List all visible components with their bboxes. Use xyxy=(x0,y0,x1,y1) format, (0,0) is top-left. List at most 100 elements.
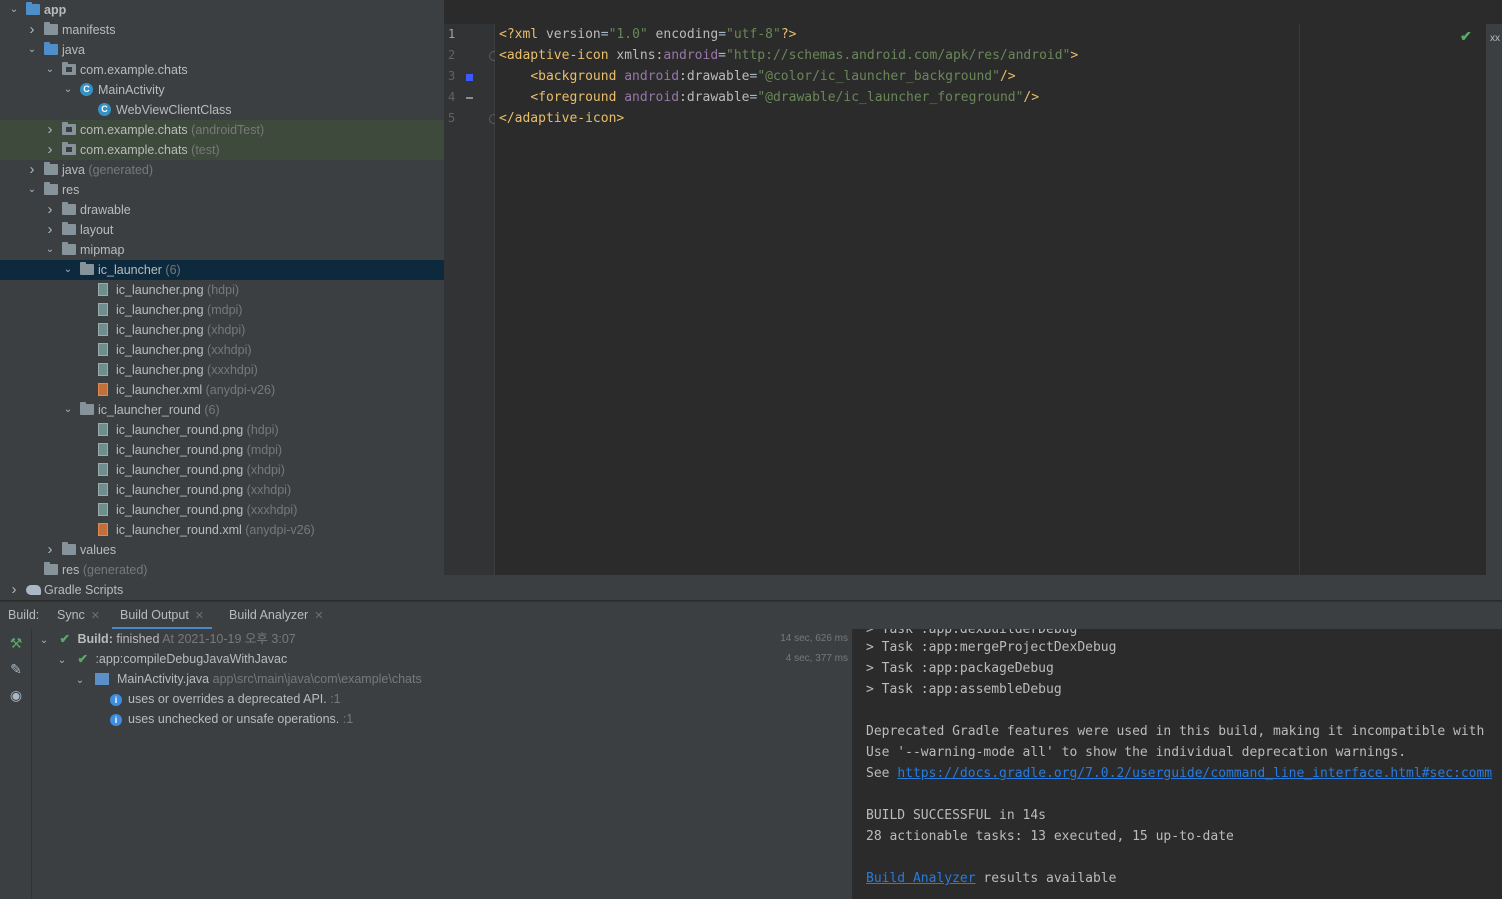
chevron-down-icon[interactable]: ⌄ xyxy=(44,240,56,260)
pin-icon[interactable]: ✎ xyxy=(8,661,24,677)
editor-breadcrumb-bar xyxy=(444,575,1502,600)
chevron-down-icon[interactable]: ⌄ xyxy=(26,40,38,60)
tree-item[interactable]: res (generated) xyxy=(0,560,444,580)
tab-build-analyzer[interactable]: Build Analyzer ✕ xyxy=(229,602,323,629)
tree-item-label: res (generated) xyxy=(62,563,148,577)
file-row[interactable]: ⌄ MainActivity.java app\src\main\java\co… xyxy=(74,669,422,689)
tree-item[interactable]: › Gradle Scripts xyxy=(0,580,444,600)
tree-item-label: ic_launcher.png (xhdpi) xyxy=(116,323,246,337)
build-root-row[interactable]: ⌄ ✔ Build: finished At 2021-10-19 오후 3:0… xyxy=(38,629,296,649)
tree-item[interactable]: ic_launcher.png (xxxhdpi) xyxy=(0,360,444,380)
tree-item[interactable]: ic_launcher.xml (anydpi-v26) xyxy=(0,380,444,400)
tree-item-label: ic_launcher (6) xyxy=(98,263,181,277)
tree-item-label: ic_launcher_round.xml (anydpi-v26) xyxy=(116,523,315,537)
tree-item-label: manifests xyxy=(62,23,116,37)
hammer-icon[interactable]: ⚒ xyxy=(8,635,24,651)
tree-item[interactable]: ic_launcher_round.png (xxxhdpi) xyxy=(0,500,444,520)
tree-item-label: layout xyxy=(80,223,114,237)
build-analyzer-link[interactable]: Build Analyzer xyxy=(866,871,976,886)
right-strip-label[interactable]: xx xyxy=(1490,33,1500,44)
chevron-down-icon[interactable]: ⌄ xyxy=(74,671,86,691)
tree-item[interactable]: › values xyxy=(0,540,444,560)
chevron-right-icon[interactable]: › xyxy=(26,20,38,40)
tree-item[interactable]: › drawable xyxy=(0,200,444,220)
code-line[interactable]: <background android:drawable="@color/ic_… xyxy=(499,66,1015,87)
code-line[interactable]: <foreground android:drawable="@drawable/… xyxy=(499,87,1039,108)
chevron-down-icon[interactable]: ⌄ xyxy=(62,80,74,100)
code-editor[interactable]: <?xml version="1.0" encoding="utf-8"?> <a… xyxy=(495,24,1502,575)
tree-item[interactable]: ⌄ java xyxy=(0,40,444,60)
line-number: 5 xyxy=(448,111,456,125)
close-icon[interactable]: ✕ xyxy=(314,610,323,622)
tree-item[interactable]: ⌄ C MainActivity xyxy=(0,80,444,100)
tree-item[interactable]: ⌄ mipmap xyxy=(0,240,444,260)
tree-item-label: ic_launcher.xml (anydpi-v26) xyxy=(116,383,276,397)
chevron-right-icon[interactable]: › xyxy=(44,120,56,140)
tree-item[interactable]: ic_launcher_round.png (xhdpi) xyxy=(0,460,444,480)
tree-item-label: com.example.chats (test) xyxy=(80,143,220,157)
tree-item-label: com.example.chats (androidTest) xyxy=(80,123,265,137)
chevron-down-icon[interactable]: ⌄ xyxy=(8,0,20,20)
eye-icon[interactable]: ◉ xyxy=(8,687,24,703)
editor-gutter: 1 2 3 4 5 xyxy=(444,24,495,575)
chevron-down-icon[interactable]: ⌄ xyxy=(56,651,68,671)
tree-item[interactable]: › java (generated) xyxy=(0,160,444,180)
chevron-right-icon[interactable]: › xyxy=(44,140,56,160)
tree-item-label: ic_launcher_round.png (xhdpi) xyxy=(116,463,285,477)
chevron-down-icon[interactable]: ⌄ xyxy=(44,60,56,80)
tree-item[interactable]: ic_launcher_round.png (xxhdpi) xyxy=(0,480,444,500)
tree-item[interactable]: › com.example.chats (androidTest) xyxy=(0,120,444,140)
success-check-icon: ✔ xyxy=(59,632,70,646)
folder-icon xyxy=(62,542,76,555)
console-see-line: See https://docs.gradle.org/7.0.2/usergu… xyxy=(866,766,1493,781)
tree-item[interactable]: › com.example.chats (test) xyxy=(0,140,444,160)
tree-item[interactable]: ⌄ ic_launcher (6) xyxy=(0,260,444,280)
gradle-docs-link[interactable]: https://docs.gradle.org/7.0.2/userguide/… xyxy=(897,766,1492,781)
tree-item[interactable]: › manifests xyxy=(0,20,444,40)
line-number: 1 xyxy=(448,27,456,41)
tree-item[interactable]: C WebViewClientClass xyxy=(0,100,444,120)
close-icon[interactable]: ✕ xyxy=(195,610,204,622)
chevron-right-icon[interactable]: › xyxy=(8,580,20,600)
chevron-right-icon[interactable]: › xyxy=(44,220,56,240)
inspection-ok-icon: ✔ xyxy=(1460,28,1472,44)
generated-folder-icon xyxy=(44,562,58,575)
tree-item[interactable]: ic_launcher.png (hdpi) xyxy=(0,280,444,300)
tree-item-label: values xyxy=(80,543,117,557)
close-icon[interactable]: ✕ xyxy=(91,610,100,622)
code-line[interactable]: <adaptive-icon xmlns:android="http://sch… xyxy=(499,45,1078,66)
chevron-right-icon[interactable]: › xyxy=(44,200,56,220)
tree-item[interactable]: › layout xyxy=(0,220,444,240)
tree-item[interactable]: ic_launcher_round.xml (anydpi-v26) xyxy=(0,520,444,540)
tree-item[interactable]: ic_launcher.png (xhdpi) xyxy=(0,320,444,340)
tree-item[interactable]: ic_launcher_round.png (hdpi) xyxy=(0,420,444,440)
tree-item[interactable]: ic_launcher_round.png (mdpi) xyxy=(0,440,444,460)
code-line[interactable]: </adaptive-icon> xyxy=(499,108,624,129)
warning-row[interactable]: i uses or overrides a deprecated API. :1 xyxy=(110,689,341,709)
chevron-right-icon[interactable]: › xyxy=(26,160,38,180)
chevron-down-icon[interactable]: ⌄ xyxy=(26,180,38,200)
build-console[interactable]: > Task :app:dexBuilderDebug > Task :app:… xyxy=(853,629,1502,899)
tree-item[interactable]: ⌄ ic_launcher_round (6) xyxy=(0,400,444,420)
color-swatch-marker[interactable] xyxy=(466,74,473,81)
tree-item[interactable]: ⌄ app xyxy=(0,0,444,20)
gradle-icon xyxy=(26,585,41,595)
png-file-icon xyxy=(98,423,108,436)
chevron-right-icon[interactable]: › xyxy=(44,540,56,560)
warning-row[interactable]: i uses unchecked or unsafe operations. :1 xyxy=(110,709,353,729)
tree-item[interactable]: ⌄ com.example.chats xyxy=(0,60,444,80)
task-row[interactable]: ⌄ ✔ :app:compileDebugJavaWithJavac xyxy=(56,649,287,669)
tree-item[interactable]: ic_launcher.png (mdpi) xyxy=(0,300,444,320)
tree-item[interactable]: ic_launcher.png (xxhdpi) xyxy=(0,340,444,360)
tree-item[interactable]: ⌄ res xyxy=(0,180,444,200)
tab-sync[interactable]: Sync ✕ xyxy=(57,602,100,629)
chevron-down-icon[interactable]: ⌄ xyxy=(62,400,74,420)
tree-item-label: ic_launcher.png (mdpi) xyxy=(116,303,243,317)
module-folder-icon xyxy=(26,2,40,15)
chevron-down-icon[interactable]: ⌄ xyxy=(62,260,74,280)
chevron-down-icon[interactable]: ⌄ xyxy=(38,631,50,651)
tab-build-output[interactable]: Build Output ✕ xyxy=(120,602,204,629)
xml-file-icon xyxy=(98,523,108,536)
tree-item-label: ic_launcher_round.png (mdpi) xyxy=(116,443,283,457)
code-line[interactable]: <?xml version="1.0" encoding="utf-8"?> xyxy=(499,24,796,45)
